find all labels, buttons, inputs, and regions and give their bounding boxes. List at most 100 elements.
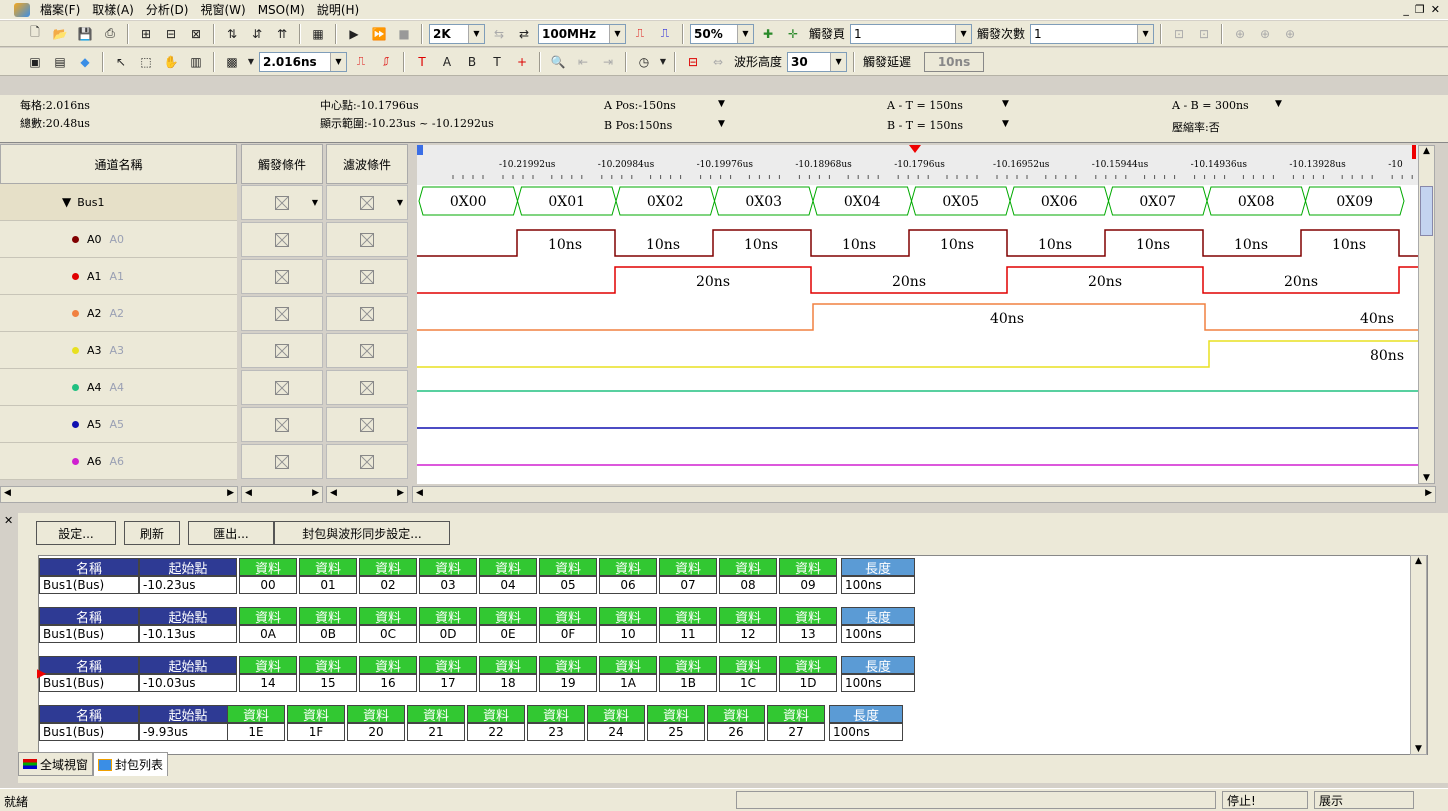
trig-page-select[interactable]: 1 ▼ bbox=[850, 23, 973, 44]
channel-row[interactable]: A6 A6 bbox=[0, 443, 237, 480]
channel-row[interactable]: A1 A1 bbox=[0, 258, 237, 295]
new-file-icon[interactable]: 🗋 bbox=[24, 24, 46, 44]
search-icon[interactable]: 🔍 bbox=[547, 52, 569, 72]
scroll-right-icon[interactable]: ▶ bbox=[397, 488, 404, 498]
refresh-button[interactable]: 刷新 bbox=[124, 521, 180, 545]
sample-icon[interactable]: ⊞ bbox=[135, 24, 157, 44]
tool-e-icon[interactable]: ⊕ bbox=[1279, 24, 1301, 44]
wave-height-select[interactable]: 30 ▼ bbox=[787, 51, 848, 72]
packet-vscroll[interactable]: ▲ ▼ bbox=[1410, 555, 1427, 755]
memory-icon[interactable]: ⇆ bbox=[488, 24, 510, 44]
scroll-right-icon[interactable]: ▶ bbox=[227, 488, 234, 498]
filter-condition-box[interactable] bbox=[326, 444, 408, 479]
chevron-down-icon[interactable]: ▼ bbox=[1002, 119, 1009, 129]
channel-header[interactable]: 通道名稱 bbox=[0, 144, 237, 184]
sync-settings-button[interactable]: 封包與波形同步設定... bbox=[274, 521, 450, 545]
channel-hscroll[interactable]: ◀ ▶ bbox=[0, 486, 238, 503]
next-icon[interactable]: ⇥ bbox=[597, 52, 619, 72]
menu-help[interactable]: 說明(H) bbox=[311, 1, 365, 18]
memory2-icon[interactable]: ⇄ bbox=[513, 24, 535, 44]
open-folder-icon[interactable]: 📂 bbox=[49, 24, 71, 44]
samples-select[interactable]: 2K ▼ bbox=[429, 23, 485, 44]
trigger-icon[interactable]: ⇅ bbox=[221, 24, 243, 44]
filter-condition-box[interactable] bbox=[326, 259, 408, 294]
wave-red-icon[interactable]: ⎍ bbox=[629, 24, 651, 44]
chevron-down-icon[interactable]: ▼ bbox=[246, 52, 256, 72]
tab-global-view[interactable]: 全域視窗 bbox=[18, 752, 94, 776]
close-icon[interactable]: ✕ bbox=[1431, 3, 1440, 16]
chevron-down-icon[interactable]: ▼ bbox=[718, 119, 725, 129]
timebase-select[interactable]: 2.016ns ▼ bbox=[259, 51, 347, 72]
tab-packet-list[interactable]: 封包列表 bbox=[93, 752, 169, 776]
zoom-out-icon[interactable]: ✛ bbox=[782, 24, 804, 44]
color-icon[interactable]: ◆ bbox=[74, 52, 96, 72]
chevron-down-icon[interactable]: ▼ bbox=[1275, 99, 1282, 109]
trigger-header[interactable]: 觸發條件 bbox=[241, 144, 323, 184]
pointer-icon[interactable]: ↖ bbox=[110, 52, 132, 72]
bar-t2-icon[interactable]: T bbox=[486, 52, 508, 72]
clock-icon[interactable]: ◷ bbox=[633, 52, 655, 72]
menu-analyze[interactable]: 分析(D) bbox=[140, 1, 195, 18]
bus2-icon[interactable]: ⇔ bbox=[707, 52, 729, 72]
scroll-left-icon[interactable]: ◀ bbox=[330, 488, 337, 498]
export-button[interactable]: 匯出... bbox=[188, 521, 274, 545]
save-icon[interactable]: 💾 bbox=[74, 24, 96, 44]
waveform-vscroll[interactable]: ▲ ▼ bbox=[1418, 145, 1435, 484]
restore-icon[interactable]: ❐ bbox=[1415, 3, 1425, 16]
filter-condition-box[interactable] bbox=[326, 296, 408, 331]
tool-c-icon[interactable]: ⊕ bbox=[1229, 24, 1251, 44]
sample3-icon[interactable]: ⊠ bbox=[185, 24, 207, 44]
trigger-condition-box[interactable]: ▼ bbox=[241, 185, 323, 220]
select-icon[interactable]: ⬚ bbox=[135, 52, 157, 72]
filter-hscroll[interactable]: ◀ ▶ bbox=[326, 486, 408, 503]
bar-a-icon[interactable]: A bbox=[436, 52, 458, 72]
menu-sample[interactable]: 取樣(A) bbox=[86, 1, 140, 18]
grid-icon[interactable]: ▣ bbox=[24, 52, 46, 72]
play-repeat-icon[interactable]: ⏩ bbox=[368, 24, 390, 44]
filter-header[interactable]: 濾波條件 bbox=[326, 144, 408, 184]
tool-b-icon[interactable]: ⊡ bbox=[1193, 24, 1215, 44]
channel-row[interactable]: A5 A5 bbox=[0, 406, 237, 443]
menu-file[interactable]: 檔案(F) bbox=[34, 1, 86, 18]
hand-icon[interactable]: ✋ bbox=[160, 52, 182, 72]
scroll-thumb[interactable] bbox=[1420, 186, 1433, 236]
scroll-right-icon[interactable]: ▶ bbox=[1425, 488, 1432, 498]
bar-b-icon[interactable]: B bbox=[461, 52, 483, 72]
scroll-left-icon[interactable]: ◀ bbox=[245, 488, 252, 498]
trigger-condition-box[interactable] bbox=[241, 444, 323, 479]
scroll-down-icon[interactable]: ▼ bbox=[1411, 744, 1426, 754]
trigger-condition-box[interactable] bbox=[241, 259, 323, 294]
channel-row[interactable]: A3 A3 bbox=[0, 332, 237, 369]
scroll-up-icon[interactable]: ▲ bbox=[1411, 556, 1426, 572]
filter-condition-box[interactable]: ▼ bbox=[326, 185, 408, 220]
trigger-condition-box[interactable] bbox=[241, 296, 323, 331]
display-icon[interactable]: ▩ bbox=[221, 52, 243, 72]
scroll-right-icon[interactable]: ▶ bbox=[312, 488, 319, 498]
trigger-condition-box[interactable] bbox=[241, 370, 323, 405]
channel-row[interactable]: A0 A0 bbox=[0, 221, 237, 258]
menu-window[interactable]: 視窗(W) bbox=[194, 1, 251, 18]
chevron-down-icon[interactable]: ▼ bbox=[718, 99, 725, 109]
chevron-down-icon[interactable]: ▼ bbox=[312, 198, 318, 207]
expand-triangle-icon[interactable]: ▼ bbox=[62, 195, 71, 209]
print-icon[interactable]: ⎙ bbox=[99, 24, 121, 44]
tool-a-icon[interactable]: ⊡ bbox=[1168, 24, 1190, 44]
zoom-select[interactable]: 50% ▼ bbox=[690, 23, 754, 44]
filter-condition-box[interactable] bbox=[326, 407, 408, 442]
bar-t-icon[interactable]: T bbox=[411, 52, 433, 72]
edge-down-icon[interactable]: ⎎ bbox=[375, 52, 397, 72]
tool-d-icon[interactable]: ⊕ bbox=[1254, 24, 1276, 44]
measure-icon[interactable]: ▥ bbox=[185, 52, 207, 72]
rate-select[interactable]: 100MHz ▼ bbox=[538, 23, 626, 44]
waveform-hscroll[interactable]: ◀ ▶ bbox=[412, 486, 1436, 503]
trigger-condition-box[interactable] bbox=[241, 222, 323, 257]
bus-row[interactable]: ▼ Bus1 bbox=[0, 184, 237, 221]
settings-button[interactable]: 設定... bbox=[36, 521, 116, 545]
stop-icon[interactable]: ■ bbox=[393, 24, 415, 44]
trigger-hscroll[interactable]: ◀ ▶ bbox=[241, 486, 323, 503]
trigger-condition-box[interactable] bbox=[241, 333, 323, 368]
menu-mso[interactable]: MSO(M) bbox=[252, 3, 311, 17]
trigger2-icon[interactable]: ⇵ bbox=[246, 24, 268, 44]
filter-condition-box[interactable] bbox=[326, 370, 408, 405]
module-icon[interactable]: ▦ bbox=[307, 24, 329, 44]
